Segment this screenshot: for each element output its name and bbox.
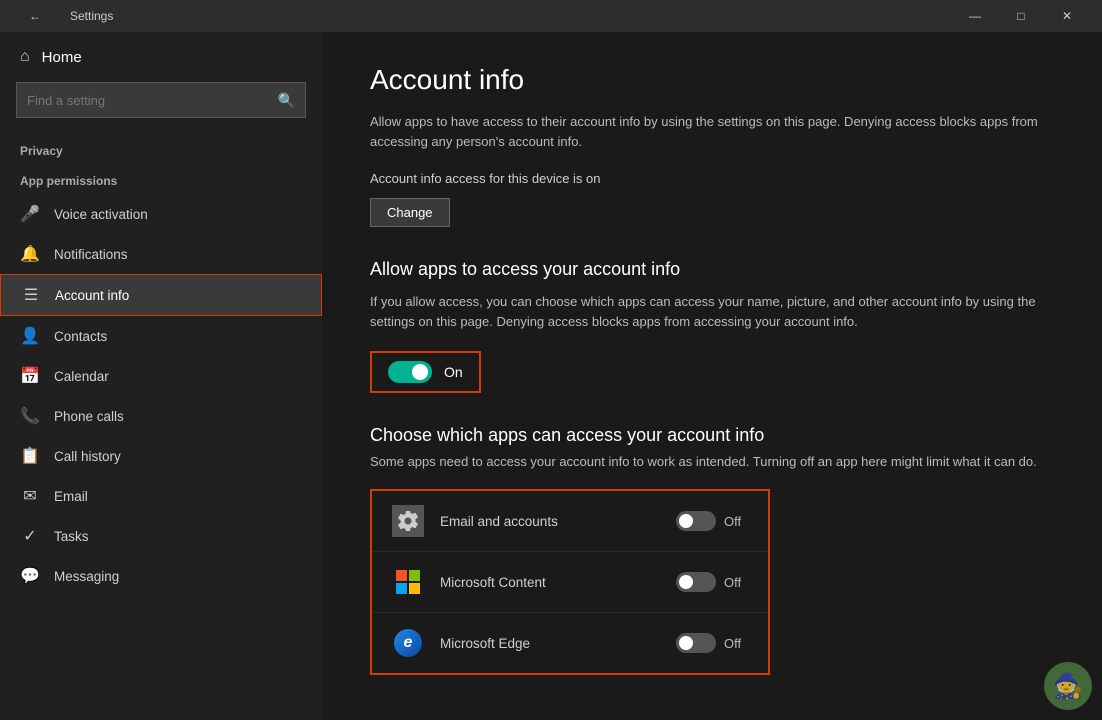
choose-section-desc: Some apps need to access your account in… — [370, 454, 1054, 469]
sidebar: ⌂ Home 🔍 Privacy App permissions 🎤 Voice… — [0, 32, 322, 720]
page-title: Account info — [370, 64, 1054, 96]
sidebar-item-voice-activation[interactable]: 🎤 Voice activation — [0, 194, 322, 234]
watermark-emoji: 🧙 — [1044, 662, 1092, 710]
privacy-label: Privacy — [0, 134, 322, 164]
ms-cell-blue — [396, 583, 407, 594]
sidebar-item-label: Notifications — [54, 247, 128, 262]
voice-activation-icon: 🎤 — [20, 204, 40, 224]
allow-section-heading: Allow apps to access your account info — [370, 259, 1054, 280]
main-content: Account info Allow apps to have access t… — [322, 32, 1102, 720]
sidebar-item-home[interactable]: ⌂ Home — [0, 32, 322, 82]
table-row: Microsoft Content Off — [372, 552, 768, 613]
sidebar-item-call-history[interactable]: 📋 Call history — [0, 436, 322, 476]
sidebar-item-label: Phone calls — [54, 409, 124, 424]
table-row: e Microsoft Edge Off — [372, 613, 768, 673]
search-input[interactable] — [27, 93, 270, 108]
call-history-icon: 📋 — [20, 446, 40, 466]
app-toggle-thumb — [679, 514, 693, 528]
contacts-icon: 👤 — [20, 326, 40, 346]
ms-logo-grid — [396, 570, 420, 594]
app-list: Email and accounts Off — [370, 489, 770, 675]
sidebar-item-calendar[interactable]: 📅 Calendar — [0, 356, 322, 396]
titlebar-title: Settings — [70, 9, 113, 23]
sidebar-item-label: Tasks — [54, 529, 89, 544]
email-icon: ✉ — [20, 486, 40, 506]
titlebar-controls: — □ ✕ — [952, 0, 1090, 32]
ms-cell-red — [396, 570, 407, 581]
sidebar-item-label: Call history — [54, 449, 121, 464]
sidebar-item-email[interactable]: ✉ Email — [0, 476, 322, 516]
search-icon: 🔍 — [278, 92, 295, 109]
app-toggle-thumb — [679, 636, 693, 650]
watermark: 🧙 — [1044, 662, 1092, 710]
messaging-icon: 💬 — [20, 566, 40, 586]
app-body: ⌂ Home 🔍 Privacy App permissions 🎤 Voice… — [0, 32, 1102, 720]
home-label: Home — [42, 49, 82, 66]
email-accounts-icon — [392, 505, 424, 537]
sidebar-item-label: Voice activation — [54, 207, 148, 222]
sidebar-item-label: Account info — [55, 288, 129, 303]
titlebar-left: ← Settings — [12, 0, 113, 32]
notifications-icon: 🔔 — [20, 244, 40, 264]
account-info-icon: ☰ — [21, 285, 41, 305]
choose-section-heading: Choose which apps can access your accoun… — [370, 425, 1054, 446]
app-toggle-area-ms-content: Off — [676, 572, 748, 592]
ms-edge-icon: e — [392, 627, 424, 659]
ms-content-icon — [392, 566, 424, 598]
sidebar-item-label: Contacts — [54, 329, 107, 344]
app-toggle-thumb — [679, 575, 693, 589]
main-toggle-container[interactable]: On — [370, 351, 481, 393]
toggle-thumb — [412, 364, 428, 380]
sidebar-item-phone-calls[interactable]: 📞 Phone calls — [0, 396, 322, 436]
calendar-icon: 📅 — [20, 366, 40, 386]
change-button[interactable]: Change — [370, 198, 450, 227]
app-name-ms-edge: Microsoft Edge — [440, 636, 660, 651]
edge-logo: e — [394, 629, 422, 657]
app-name-ms-content: Microsoft Content — [440, 575, 660, 590]
app-toggle-email-accounts[interactable] — [676, 511, 716, 531]
app-permissions-label: App permissions — [0, 164, 322, 194]
sidebar-item-label: Messaging — [54, 569, 119, 584]
ms-cell-yellow — [409, 583, 420, 594]
sidebar-item-tasks[interactable]: ✓ Tasks — [0, 516, 322, 556]
intro-text: Allow apps to have access to their accou… — [370, 112, 1054, 151]
main-toggle[interactable] — [388, 361, 432, 383]
sidebar-item-messaging[interactable]: 💬 Messaging — [0, 556, 322, 596]
app-name-email-accounts: Email and accounts — [440, 514, 660, 529]
sidebar-item-label: Email — [54, 489, 88, 504]
device-access-label: Account info access for this device is o… — [370, 171, 1054, 186]
app-toggle-label-ms-edge: Off — [724, 636, 748, 651]
app-toggle-ms-content[interactable] — [676, 572, 716, 592]
home-icon: ⌂ — [20, 48, 30, 66]
sidebar-item-notifications[interactable]: 🔔 Notifications — [0, 234, 322, 274]
minimize-button[interactable]: — — [952, 0, 998, 32]
app-toggle-label-ms-content: Off — [724, 575, 748, 590]
phone-calls-icon: 📞 — [20, 406, 40, 426]
search-box: 🔍 — [16, 82, 306, 118]
close-button[interactable]: ✕ — [1044, 0, 1090, 32]
app-toggle-label-email-accounts: Off — [724, 514, 748, 529]
maximize-button[interactable]: □ — [998, 0, 1044, 32]
app-toggle-area-ms-edge: Off — [676, 633, 748, 653]
ms-cell-green — [409, 570, 420, 581]
tasks-icon: ✓ — [20, 526, 40, 546]
allow-section-desc: If you allow access, you can choose whic… — [370, 292, 1054, 331]
main-toggle-label: On — [444, 364, 463, 380]
sidebar-item-label: Calendar — [54, 369, 109, 384]
table-row: Email and accounts Off — [372, 491, 768, 552]
app-toggle-ms-edge[interactable] — [676, 633, 716, 653]
app-toggle-area-email-accounts: Off — [676, 511, 748, 531]
titlebar: ← Settings — □ ✕ — [0, 0, 1102, 32]
sidebar-item-account-info[interactable]: ☰ Account info — [0, 274, 322, 316]
sidebar-item-contacts[interactable]: 👤 Contacts — [0, 316, 322, 356]
back-button[interactable]: ← — [12, 0, 58, 32]
